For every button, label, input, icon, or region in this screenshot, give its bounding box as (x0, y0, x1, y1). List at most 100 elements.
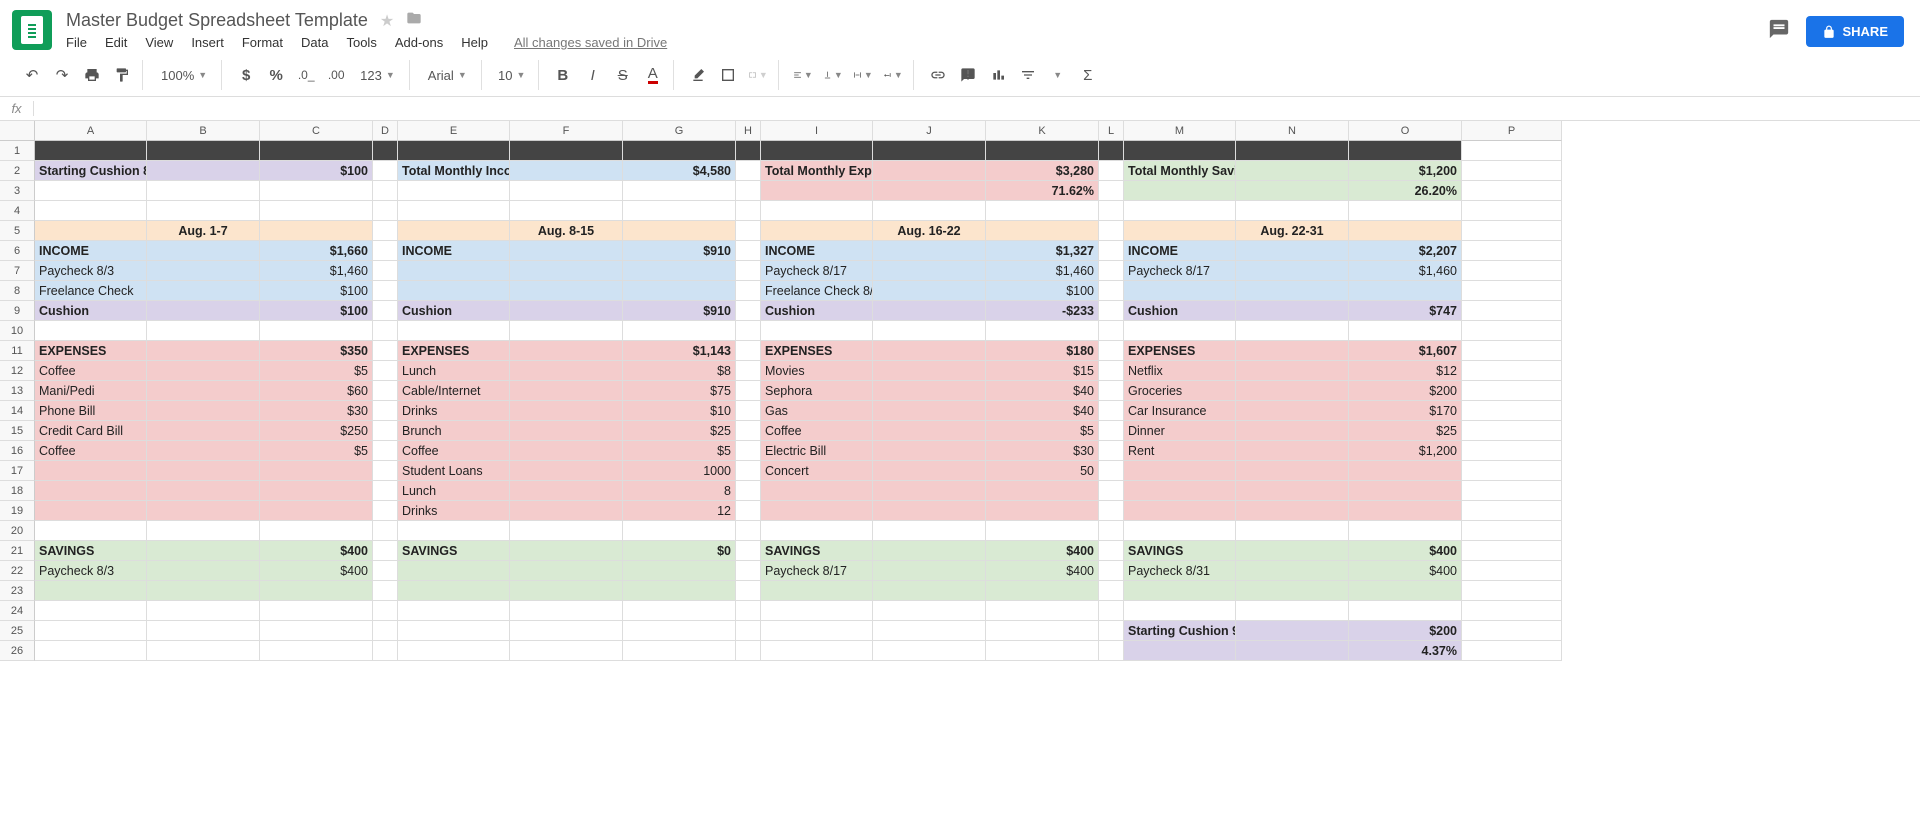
strikethrough-icon[interactable]: S (609, 61, 637, 89)
cell-D26[interactable] (373, 641, 398, 661)
cell-N15[interactable] (1236, 421, 1349, 441)
cell-D23[interactable] (373, 581, 398, 601)
cell-D4[interactable] (373, 201, 398, 221)
cell-I26[interactable] (761, 641, 873, 661)
cell-O22[interactable]: $400 (1349, 561, 1462, 581)
cell-B21[interactable] (147, 541, 260, 561)
cell-G20[interactable] (623, 521, 736, 541)
cell-E1[interactable] (398, 141, 510, 161)
cell-G1[interactable] (623, 141, 736, 161)
menu-help[interactable]: Help (461, 35, 488, 50)
cell-I22[interactable]: Paycheck 8/17 (761, 561, 873, 581)
cell-O26[interactable]: 4.37% (1349, 641, 1462, 661)
cell-F20[interactable] (510, 521, 623, 541)
cell-A3[interactable] (35, 181, 147, 201)
cell-C6[interactable]: $1,660 (260, 241, 373, 261)
cell-M26[interactable] (1124, 641, 1236, 661)
cell-J3[interactable] (873, 181, 986, 201)
cell-G11[interactable]: $1,143 (623, 341, 736, 361)
cell-J15[interactable] (873, 421, 986, 441)
cell-F18[interactable] (510, 481, 623, 501)
folder-icon[interactable] (406, 10, 422, 31)
functions-icon[interactable]: Σ (1074, 61, 1102, 89)
v-align-icon[interactable]: ▼ (819, 61, 847, 89)
menu-file[interactable]: File (66, 35, 87, 50)
cell-N6[interactable] (1236, 241, 1349, 261)
cell-C16[interactable]: $5 (260, 441, 373, 461)
cell-M6[interactable]: INCOME (1124, 241, 1236, 261)
cell-O8[interactable] (1349, 281, 1462, 301)
cell-F6[interactable] (510, 241, 623, 261)
cell-F13[interactable] (510, 381, 623, 401)
cell-H20[interactable] (736, 521, 761, 541)
cell-N14[interactable] (1236, 401, 1349, 421)
col-header-O[interactable]: O (1349, 121, 1462, 141)
cell-K23[interactable] (986, 581, 1099, 601)
cell-E21[interactable]: SAVINGS (398, 541, 510, 561)
cell-A6[interactable]: INCOME (35, 241, 147, 261)
decrease-decimal-icon[interactable]: .0_ (292, 61, 320, 89)
cell-K22[interactable]: $400 (986, 561, 1099, 581)
cell-L11[interactable] (1099, 341, 1124, 361)
cell-E18[interactable]: Lunch (398, 481, 510, 501)
cell-K2[interactable]: $3,280 (986, 161, 1099, 181)
cell-O6[interactable]: $2,207 (1349, 241, 1462, 261)
cell-L9[interactable] (1099, 301, 1124, 321)
cell-A7[interactable]: Paycheck 8/3 (35, 261, 147, 281)
cell-P15[interactable] (1462, 421, 1562, 441)
cell-B12[interactable] (147, 361, 260, 381)
cell-B16[interactable] (147, 441, 260, 461)
col-header-C[interactable]: C (260, 121, 373, 141)
cell-F2[interactable] (510, 161, 623, 181)
cell-L21[interactable] (1099, 541, 1124, 561)
cell-F15[interactable] (510, 421, 623, 441)
cell-N12[interactable] (1236, 361, 1349, 381)
cell-E15[interactable]: Brunch (398, 421, 510, 441)
chart-icon[interactable] (984, 61, 1012, 89)
menu-edit[interactable]: Edit (105, 35, 127, 50)
cell-K14[interactable]: $40 (986, 401, 1099, 421)
cell-O20[interactable] (1349, 521, 1462, 541)
cell-J11[interactable] (873, 341, 986, 361)
cell-M8[interactable] (1124, 281, 1236, 301)
cell-F7[interactable] (510, 261, 623, 281)
cell-A24[interactable] (35, 601, 147, 621)
row-header[interactable]: 25 (0, 621, 35, 641)
cell-G8[interactable] (623, 281, 736, 301)
row-header[interactable]: 4 (0, 201, 35, 221)
cell-E19[interactable]: Drinks (398, 501, 510, 521)
row-header[interactable]: 9 (0, 301, 35, 321)
cell-J1[interactable] (873, 141, 986, 161)
cell-F11[interactable] (510, 341, 623, 361)
cell-A10[interactable] (35, 321, 147, 341)
col-header-J[interactable]: J (873, 121, 986, 141)
cell-E6[interactable]: INCOME (398, 241, 510, 261)
cell-B25[interactable] (147, 621, 260, 641)
cell-B4[interactable] (147, 201, 260, 221)
col-header-D[interactable]: D (373, 121, 398, 141)
row-header[interactable]: 5 (0, 221, 35, 241)
text-rotate-icon[interactable]: ▼ (879, 61, 907, 89)
cell-M16[interactable]: Rent (1124, 441, 1236, 461)
cell-P16[interactable] (1462, 441, 1562, 461)
cell-C4[interactable] (260, 201, 373, 221)
cell-B11[interactable] (147, 341, 260, 361)
cell-J7[interactable] (873, 261, 986, 281)
cell-M22[interactable]: Paycheck 8/31 (1124, 561, 1236, 581)
col-header-L[interactable]: L (1099, 121, 1124, 141)
cell-I17[interactable]: Concert (761, 461, 873, 481)
cell-D7[interactable] (373, 261, 398, 281)
row-header[interactable]: 15 (0, 421, 35, 441)
cell-E13[interactable]: Cable/Internet (398, 381, 510, 401)
cell-L10[interactable] (1099, 321, 1124, 341)
cell-N7[interactable] (1236, 261, 1349, 281)
cell-M1[interactable] (1124, 141, 1236, 161)
cell-O11[interactable]: $1,607 (1349, 341, 1462, 361)
cell-O14[interactable]: $170 (1349, 401, 1462, 421)
cell-I3[interactable] (761, 181, 873, 201)
cell-O10[interactable] (1349, 321, 1462, 341)
cell-N10[interactable] (1236, 321, 1349, 341)
cell-F25[interactable] (510, 621, 623, 641)
cell-O3[interactable]: 26.20% (1349, 181, 1462, 201)
cell-G10[interactable] (623, 321, 736, 341)
